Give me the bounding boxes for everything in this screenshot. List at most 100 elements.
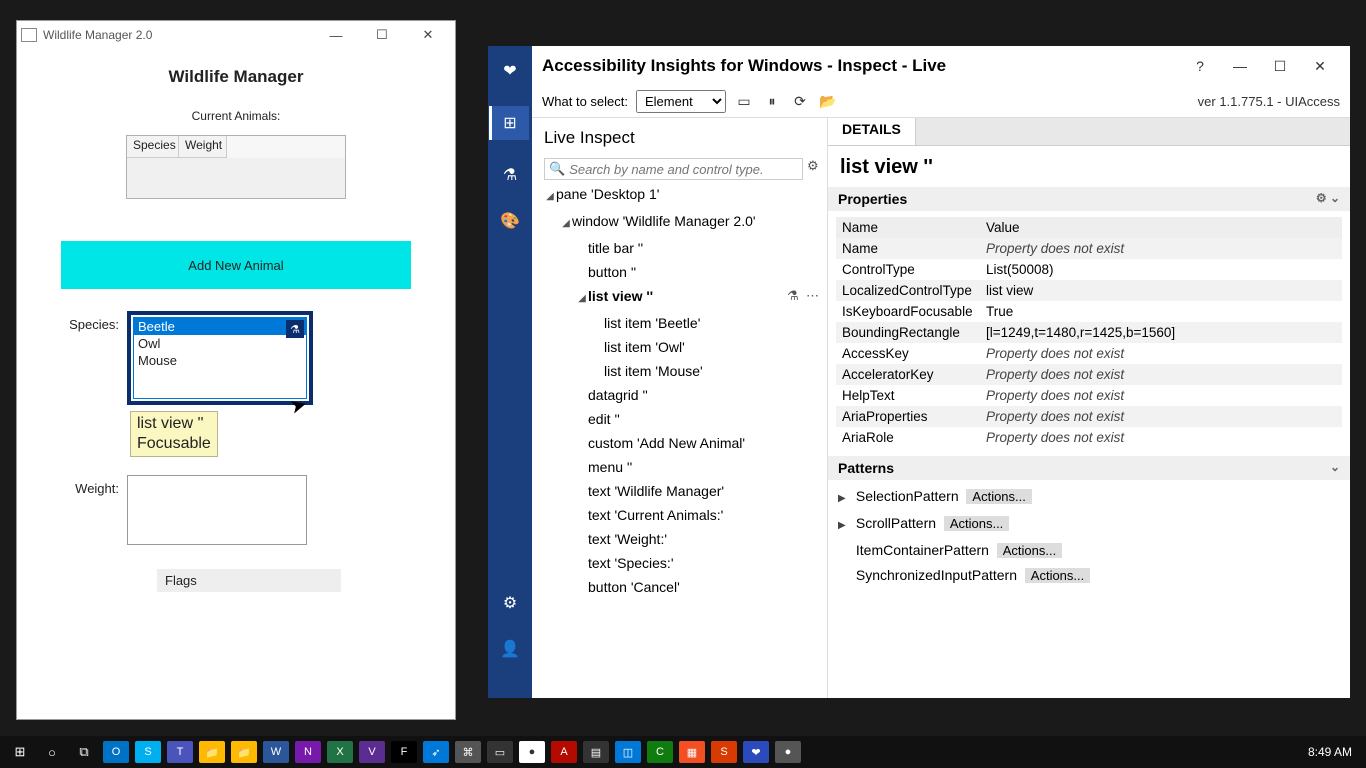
list-item[interactable]: Beetle (134, 318, 306, 335)
what-to-select-dropdown[interactable]: Element (636, 90, 726, 113)
wildlife-manager-window: Wildlife Manager 2.0 — ☐ ✕ Wildlife Mana… (16, 20, 456, 720)
animals-datagrid[interactable]: Species Weight (126, 135, 346, 199)
taskbar-app[interactable]: 📁 (231, 741, 257, 763)
taskbar-app[interactable]: ● (519, 741, 545, 763)
weight-textbox[interactable] (127, 475, 307, 545)
taskbar-app[interactable]: ▤ (583, 741, 609, 763)
taskbar-app[interactable]: A (551, 741, 577, 763)
title-bar[interactable]: Accessibility Insights for Windows - Ins… (532, 46, 1350, 86)
pause-icon[interactable]: ⏸ (762, 93, 782, 110)
species-listview[interactable]: Beetle Owl Mouse ⚗ (133, 317, 307, 399)
app-logo-icon[interactable]: ❤ (499, 60, 521, 82)
taskbar[interactable]: ⊞ ○ ⧉ O S T 📁 📁 W N X V F ➶ ⌘ ▭ ● A ▤ ◫ … (0, 736, 1366, 768)
tree-settings-icon[interactable]: ⚙ (807, 158, 825, 174)
taskbar-app[interactable]: ➶ (423, 741, 449, 763)
color-tab-icon[interactable]: 🎨 (499, 210, 521, 232)
properties-section-header[interactable]: Properties ⚙ ⌄ (828, 187, 1350, 211)
taskbar-app[interactable]: T (167, 741, 193, 763)
tree-search[interactable]: 🔍 (544, 158, 803, 180)
col-species[interactable]: Species (127, 136, 179, 158)
taskbar-app[interactable]: 📁 (199, 741, 225, 763)
property-row[interactable]: IsKeyboardFocusableTrue (836, 301, 1342, 322)
beaker-icon[interactable]: ⚗ (787, 288, 799, 303)
window-title: Accessibility Insights for Windows - Ins… (542, 56, 1180, 76)
details-tab[interactable]: DETAILS (828, 118, 916, 145)
clock[interactable]: 8:49 AM (1308, 745, 1362, 759)
maximize-button[interactable]: ☐ (359, 21, 405, 49)
actions-button[interactable]: Actions... (966, 489, 1031, 504)
property-row[interactable]: AriaRoleProperty does not exist (836, 427, 1342, 448)
taskbar-app[interactable]: V (359, 741, 385, 763)
taskbar-app[interactable]: ▭ (487, 741, 513, 763)
actions-button[interactable]: Actions... (1025, 568, 1090, 583)
more-icon[interactable]: ⋯ (806, 288, 819, 303)
gear-icon[interactable]: ⚙ (1316, 191, 1327, 205)
property-row[interactable]: HelpTextProperty does not exist (836, 385, 1342, 406)
property-row[interactable]: ControlTypeList(50008) (836, 259, 1342, 280)
chevron-down-icon[interactable]: ⌄ (1330, 191, 1340, 205)
pattern-row[interactable]: ▶ ScrollPattern Actions... (838, 511, 1340, 538)
actions-button[interactable]: Actions... (944, 516, 1009, 531)
maximize-button[interactable]: ☐ (1260, 46, 1300, 86)
title-bar[interactable]: Wildlife Manager 2.0 — ☐ ✕ (17, 21, 455, 49)
open-icon[interactable]: 📂 (818, 93, 838, 110)
taskbar-app[interactable]: S (711, 741, 737, 763)
beaker-icon[interactable]: ⚗ (286, 320, 304, 338)
pattern-row[interactable]: SynchronizedInputPattern Actions... (838, 563, 1340, 588)
version-label: ver 1.1.775.1 - UIAccess (1198, 94, 1340, 109)
nav-rail: ❤ ⊞ ⚗ 🎨 ⚙ 👤 (488, 46, 532, 698)
element-header: list view '' (828, 146, 1350, 187)
properties-table: Name Value NameProperty does not existCo… (828, 211, 1350, 456)
list-item[interactable]: Mouse (134, 352, 306, 369)
start-button[interactable]: ⊞ (4, 738, 36, 766)
property-row[interactable]: AriaPropertiesProperty does not exist (836, 406, 1342, 427)
patterns-section-header[interactable]: Patterns ⌄ (828, 456, 1350, 480)
taskbar-app[interactable]: S (135, 741, 161, 763)
chevron-down-icon[interactable]: ⌄ (1330, 460, 1340, 474)
test-tab-icon[interactable]: ⚗ (499, 164, 521, 186)
list-item[interactable]: Owl (134, 335, 306, 352)
app-heading: Wildlife Manager (57, 67, 415, 87)
live-inspect-heading: Live Inspect (538, 124, 827, 158)
taskbar-app[interactable]: W (263, 741, 289, 763)
taskbar-app[interactable]: C (647, 741, 673, 763)
inspect-tab-icon[interactable]: ⊞ (489, 106, 529, 140)
col-name: Name (836, 217, 980, 238)
taskbar-app[interactable]: X (327, 741, 353, 763)
close-button[interactable]: ✕ (1300, 46, 1340, 86)
taskbar-app[interactable]: ◫ (615, 741, 641, 763)
ui-tree[interactable]: ◢pane 'Desktop 1' ◢window 'Wildlife Mana… (538, 182, 827, 692)
property-row[interactable]: NameProperty does not exist (836, 238, 1342, 259)
what-to-select-label: What to select: (542, 94, 628, 109)
highlighter-icon[interactable]: ▭ (734, 93, 754, 110)
close-button[interactable]: ✕ (405, 21, 451, 49)
pattern-row[interactable]: ▶ SelectionPattern Actions... (838, 484, 1340, 511)
actions-button[interactable]: Actions... (997, 543, 1062, 558)
search-input[interactable] (569, 162, 798, 177)
pattern-row[interactable]: ItemContainerPattern Actions... (838, 538, 1340, 563)
taskbar-app[interactable]: O (103, 741, 129, 763)
toolbar: What to select: Element ▭ ⏸ ⟳ 📂 ver 1.1.… (532, 86, 1350, 118)
inspect-tooltip: list view '' Focusable (130, 411, 218, 457)
taskbar-app[interactable]: ⌘ (455, 741, 481, 763)
taskbar-app[interactable]: ▦ (679, 741, 705, 763)
flags-expander[interactable]: Flags (157, 569, 341, 592)
col-weight[interactable]: Weight (179, 136, 227, 158)
taskbar-app[interactable]: ● (775, 741, 801, 763)
taskbar-app[interactable]: ❤ (743, 741, 769, 763)
property-row[interactable]: AccessKeyProperty does not exist (836, 343, 1342, 364)
taskbar-app[interactable]: F (391, 741, 417, 763)
property-row[interactable]: AcceleratorKeyProperty does not exist (836, 364, 1342, 385)
help-button[interactable]: ? (1180, 46, 1220, 86)
cortana-icon[interactable]: ○ (36, 738, 68, 766)
account-icon[interactable]: 👤 (499, 638, 521, 660)
minimize-button[interactable]: — (313, 21, 359, 49)
property-row[interactable]: LocalizedControlTypelist view (836, 280, 1342, 301)
minimize-button[interactable]: — (1220, 46, 1260, 86)
timer-icon[interactable]: ⟳ (790, 93, 810, 110)
add-new-animal-button[interactable]: Add New Animal (61, 241, 411, 289)
task-view-icon[interactable]: ⧉ (68, 738, 100, 766)
property-row[interactable]: BoundingRectangle[l=1249,t=1480,r=1425,b… (836, 322, 1342, 343)
taskbar-app[interactable]: N (295, 741, 321, 763)
settings-icon[interactable]: ⚙ (499, 592, 521, 614)
